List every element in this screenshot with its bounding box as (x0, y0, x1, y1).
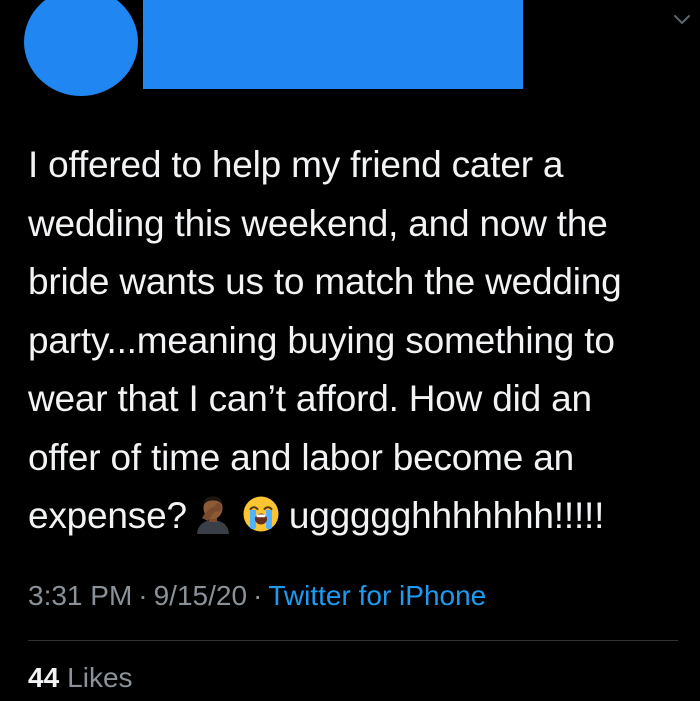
tweet-line: I offered to help my friend cater a (28, 144, 564, 185)
tweet-meta: 3:31 PM · 9/15/20 · Twitter for iPhone (28, 580, 486, 612)
tweet-line: bride wants us to match the wedding (28, 261, 622, 302)
likes-count: 44 (28, 662, 60, 693)
likes-summary[interactable]: 44 Likes (28, 662, 133, 694)
meta-separator: · (138, 580, 148, 611)
man-facepalming-emoji (196, 496, 229, 534)
tweet-text: I offered to help my friend cater a wedd… (28, 136, 688, 546)
tweet-time: 3:31 PM (28, 580, 133, 611)
meta-separator: · (253, 580, 263, 611)
tweet-line: wear that I can’t afford. How did an (28, 378, 592, 419)
tweet-text-start: expense? (28, 495, 187, 536)
loudly-crying-face-emoji (243, 496, 279, 532)
tweet-line-last: expense? uggggghhhhhhh!!!!! (28, 487, 688, 546)
tweet-line: offer of time and labor become an (28, 436, 574, 478)
chevron-down-icon[interactable] (672, 12, 692, 28)
tweet-line: party...meaning buying something to (28, 319, 615, 361)
divider (28, 640, 678, 641)
tweet-source-link[interactable]: Twitter for iPhone (268, 580, 486, 611)
username-redaction (143, 0, 523, 89)
tweet-text-end: uggggghhhhhhh!!!!! (288, 495, 605, 536)
avatar[interactable] (24, 0, 138, 96)
tweet-date: 9/15/20 (153, 580, 248, 611)
tweet-line: wedding this weekend, and now the (28, 202, 608, 244)
likes-label: Likes (67, 662, 133, 693)
